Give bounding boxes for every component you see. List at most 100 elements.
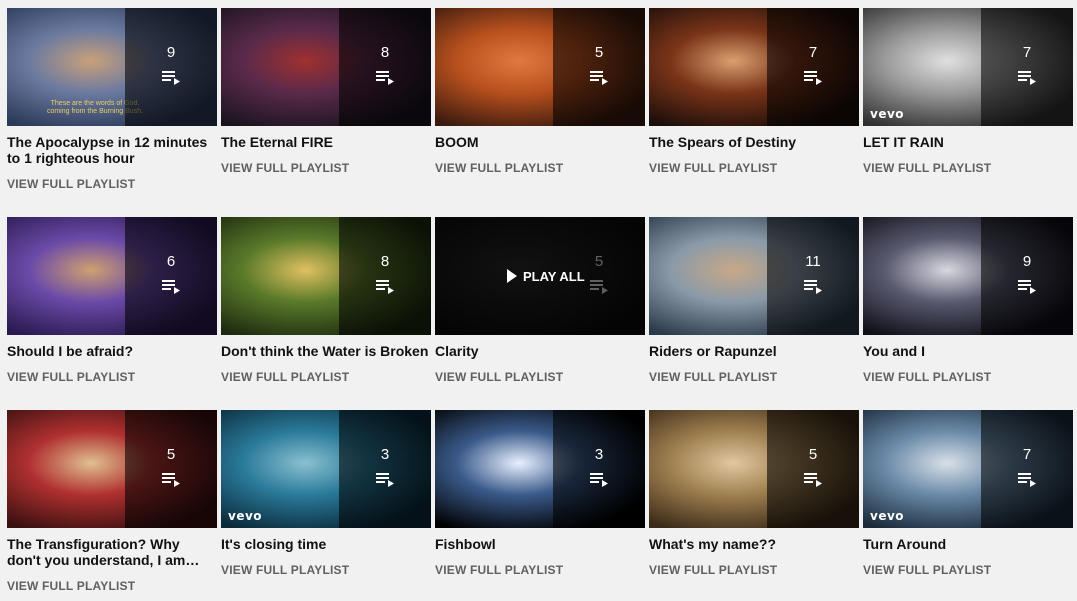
vevo-logo: vevo xyxy=(870,509,905,523)
view-full-playlist-link[interactable]: VIEW FULL PLAYLIST xyxy=(435,370,645,384)
playlist-thumbnail[interactable]: 5 xyxy=(649,410,859,528)
view-full-playlist-link[interactable]: VIEW FULL PLAYLIST xyxy=(7,370,217,384)
playlist-icon xyxy=(162,70,181,86)
play-all-button[interactable]: PLAY ALL xyxy=(507,268,585,284)
video-count: 5 xyxy=(808,446,818,463)
playlist-card: 3 Fishbowl VIEW FULL PLAYLIST xyxy=(435,410,645,577)
playlist-title[interactable]: Riders or Rapunzel xyxy=(649,343,859,359)
playlist-icon xyxy=(590,279,609,295)
playlist-count-overlay: 6 xyxy=(125,217,217,335)
playlist-icon xyxy=(590,70,609,86)
view-full-playlist-link[interactable]: VIEW FULL PLAYLIST xyxy=(221,370,431,384)
video-count: 8 xyxy=(380,253,390,270)
playlist-thumbnail[interactable]: These are the words of God, coming from … xyxy=(7,8,217,126)
playlist-icon xyxy=(804,70,823,86)
play-all-label: PLAY ALL xyxy=(523,268,585,284)
playlist-thumbnail[interactable]: 5 PLAY ALL xyxy=(435,217,645,335)
playlist-title[interactable]: You and I xyxy=(863,343,1073,359)
video-count: 3 xyxy=(380,446,390,463)
playlist-thumbnail[interactable]: vevo 7 xyxy=(863,8,1073,126)
playlist-title[interactable]: Don't think the Water is Broken xyxy=(221,343,431,359)
vevo-logo: vevo xyxy=(228,509,263,523)
playlist-thumbnail[interactable]: vevo 3 xyxy=(221,410,431,528)
playlist-card: 5 The Transfiguration? Why don't you unde… xyxy=(7,410,217,593)
playlist-title[interactable]: What's my name?? xyxy=(649,536,859,552)
playlist-icon xyxy=(1018,472,1037,488)
playlist-title[interactable]: Turn Around xyxy=(863,536,1073,552)
view-full-playlist-link[interactable]: VIEW FULL PLAYLIST xyxy=(863,161,1073,175)
playlist-title[interactable]: The Apocalypse in 12 minutes to 1 righte… xyxy=(7,134,217,166)
video-count: 6 xyxy=(166,253,176,270)
view-full-playlist-link[interactable]: VIEW FULL PLAYLIST xyxy=(221,563,431,577)
video-count: 9 xyxy=(166,44,176,61)
playlist-thumbnail[interactable]: 6 xyxy=(7,217,217,335)
playlist-count-overlay: 8 xyxy=(339,8,431,126)
playlist-count-overlay: 7 xyxy=(981,8,1073,126)
playlist-card: 5 BOOM VIEW FULL PLAYLIST xyxy=(435,8,645,175)
playlist-card: 5 What's my name?? VIEW FULL PLAYLIST xyxy=(649,410,859,577)
view-full-playlist-link[interactable]: VIEW FULL PLAYLIST xyxy=(7,579,217,593)
playlist-card: These are the words of God, coming from … xyxy=(7,8,217,191)
view-full-playlist-link[interactable]: VIEW FULL PLAYLIST xyxy=(7,177,217,191)
playlist-count-overlay: 5 xyxy=(553,8,645,126)
playlist-title[interactable]: Clarity xyxy=(435,343,645,359)
video-count: 7 xyxy=(808,44,818,61)
vevo-logo: vevo xyxy=(870,107,905,121)
view-full-playlist-link[interactable]: VIEW FULL PLAYLIST xyxy=(649,161,859,175)
view-full-playlist-link[interactable]: VIEW FULL PLAYLIST xyxy=(649,370,859,384)
playlist-grid: These are the words of God, coming from … xyxy=(0,0,1077,601)
playlist-title[interactable]: It's closing time xyxy=(221,536,431,552)
playlist-title[interactable]: LET IT RAIN xyxy=(863,134,1073,150)
video-count: 8 xyxy=(380,44,390,61)
playlist-card: 8 Don't think the Water is Broken VIEW FUL… xyxy=(221,217,431,384)
playlist-thumbnail[interactable]: 8 xyxy=(221,8,431,126)
playlist-thumbnail[interactable]: 5 xyxy=(435,8,645,126)
playlist-icon xyxy=(590,472,609,488)
playlist-card: 11 Riders or Rapunzel VIEW FULL PLAYLIST xyxy=(649,217,859,384)
playlist-card: 6 Should I be afraid? VIEW FULL PLAYLIST xyxy=(7,217,217,384)
view-full-playlist-link[interactable]: VIEW FULL PLAYLIST xyxy=(863,370,1073,384)
playlist-thumbnail[interactable]: 3 xyxy=(435,410,645,528)
playlist-count-overlay: 5 xyxy=(125,410,217,528)
playlist-count-overlay: 3 xyxy=(553,410,645,528)
video-count: 9 xyxy=(1022,253,1032,270)
playlist-title[interactable]: BOOM xyxy=(435,134,645,150)
playlist-thumbnail[interactable]: vevo 7 xyxy=(863,410,1073,528)
view-full-playlist-link[interactable]: VIEW FULL PLAYLIST xyxy=(863,563,1073,577)
playlist-card: 5 PLAY ALL Clarity VIEW FULL PLAYLIST xyxy=(435,217,645,384)
video-count: 11 xyxy=(805,253,821,270)
playlist-count-overlay: 9 xyxy=(125,8,217,126)
view-full-playlist-link[interactable]: VIEW FULL PLAYLIST xyxy=(221,161,431,175)
video-count: 3 xyxy=(594,446,604,463)
playlist-card: 9 You and I VIEW FULL PLAYLIST xyxy=(863,217,1073,384)
view-full-playlist-link[interactable]: VIEW FULL PLAYLIST xyxy=(649,563,859,577)
playlist-thumbnail[interactable]: 8 xyxy=(221,217,431,335)
view-full-playlist-link[interactable]: VIEW FULL PLAYLIST xyxy=(435,161,645,175)
playlist-icon xyxy=(376,472,395,488)
playlist-count-overlay: 7 xyxy=(767,8,859,126)
video-count: 7 xyxy=(1022,44,1032,61)
playlist-thumbnail[interactable]: 5 xyxy=(7,410,217,528)
playlist-card: vevo 3 It's closing time VIEW FULL PLAYLIST xyxy=(221,410,431,577)
playlist-title[interactable]: Should I be afraid? xyxy=(7,343,217,359)
view-full-playlist-link[interactable]: VIEW FULL PLAYLIST xyxy=(435,563,645,577)
playlist-count-overlay: 5 xyxy=(767,410,859,528)
video-count: 5 xyxy=(594,44,604,61)
playlist-thumbnail[interactable]: 11 xyxy=(649,217,859,335)
playlist-thumbnail[interactable]: 7 xyxy=(649,8,859,126)
playlist-icon xyxy=(1018,279,1037,295)
playlist-icon xyxy=(162,279,181,295)
playlist-title[interactable]: The Eternal FIRE xyxy=(221,134,431,150)
playlist-icon xyxy=(162,472,181,488)
playlist-title[interactable]: The Transfiguration? Why don't you under… xyxy=(7,536,217,568)
playlist-card: 8 The Eternal FIRE VIEW FULL PLAYLIST xyxy=(221,8,431,175)
video-count: 7 xyxy=(1022,446,1032,463)
playlist-count-overlay: 7 xyxy=(981,410,1073,528)
playlist-icon xyxy=(804,279,823,295)
playlist-count-overlay: 11 xyxy=(767,217,859,335)
playlist-title[interactable]: The Spears of Destiny xyxy=(649,134,859,150)
play-icon xyxy=(507,269,517,283)
playlist-thumbnail[interactable]: 9 xyxy=(863,217,1073,335)
playlist-title[interactable]: Fishbowl xyxy=(435,536,645,552)
playlist-icon xyxy=(376,279,395,295)
